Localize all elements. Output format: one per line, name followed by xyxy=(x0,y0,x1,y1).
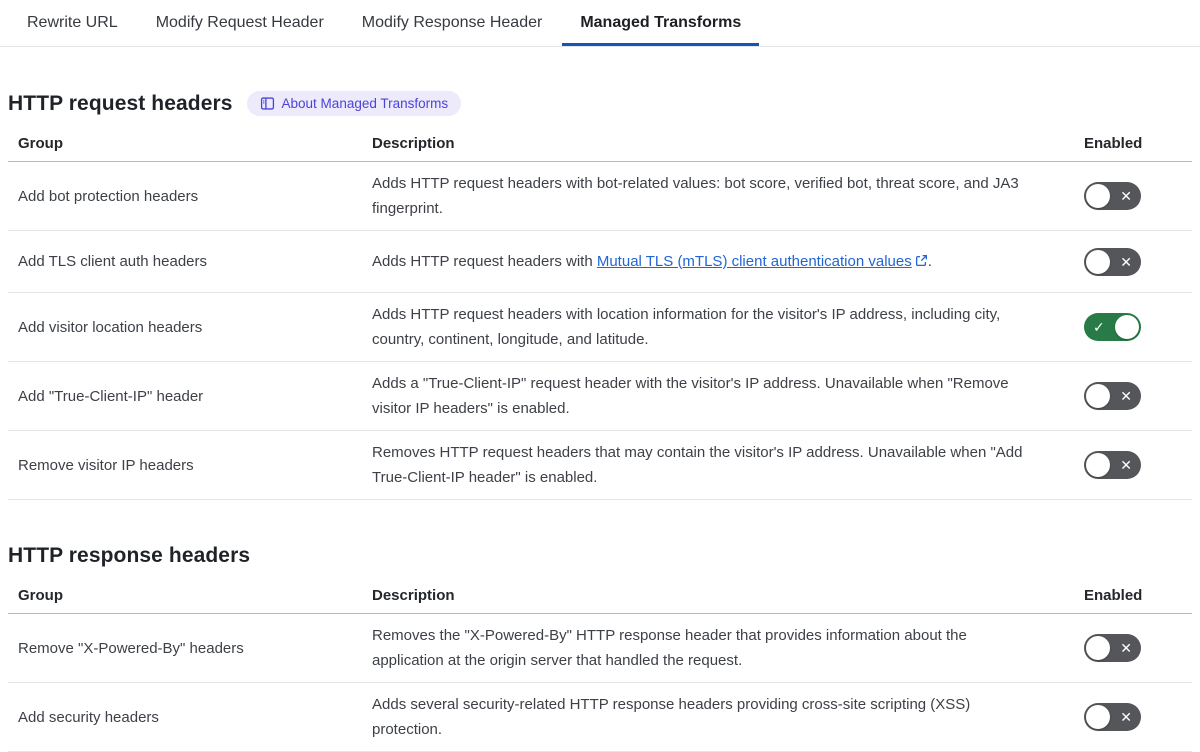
tab-rewrite-url[interactable]: Rewrite URL xyxy=(9,0,136,46)
row-description: Removes HTTP request headers that may co… xyxy=(372,444,1023,486)
table-row: Add TLS client auth headers Adds HTTP re… xyxy=(8,231,1192,293)
table-header-row: Group Description Enabled xyxy=(8,580,1192,614)
row-group-label: Remove "X-Powered-By" headers xyxy=(18,639,244,657)
about-badge-label: About Managed Transforms xyxy=(281,95,449,111)
toggle-knob xyxy=(1086,184,1110,208)
check-icon: ✓ xyxy=(1093,319,1105,335)
response-headers-section: HTTP response headers Group Description … xyxy=(8,544,1192,752)
column-header-description: Description xyxy=(372,587,455,604)
column-header-enabled: Enabled xyxy=(1084,135,1143,152)
x-icon: ✕ xyxy=(1120,457,1132,473)
x-icon: ✕ xyxy=(1120,188,1132,204)
mtls-docs-link[interactable]: Mutual TLS (mTLS) client authentication … xyxy=(597,253,912,270)
column-header-group: Group xyxy=(18,587,63,604)
tab-modify-response-header[interactable]: Modify Response Header xyxy=(344,0,561,46)
toggle-knob xyxy=(1086,636,1110,660)
x-icon: ✕ xyxy=(1120,388,1132,404)
enabled-toggle[interactable]: ✓ ✕ xyxy=(1084,703,1141,731)
row-description: Removes the "X-Powered-By" HTTP response… xyxy=(372,627,967,669)
row-description: Adds HTTP request headers with location … xyxy=(372,306,1001,348)
enabled-toggle[interactable]: ✓ ✕ xyxy=(1084,382,1141,410)
transform-rules-tabbar: Rewrite URL Modify Request Header Modify… xyxy=(0,0,1200,47)
tab-managed-transforms[interactable]: Managed Transforms xyxy=(562,0,760,46)
enabled-toggle[interactable]: ✓ ✕ xyxy=(1084,182,1141,210)
enabled-toggle[interactable]: ✓ ✕ xyxy=(1084,634,1141,662)
enabled-toggle[interactable]: ✓ ✕ xyxy=(1084,451,1141,479)
row-group-label: Add TLS client auth headers xyxy=(18,253,208,270)
table-row: Remove visitor IP headers Removes HTTP r… xyxy=(8,431,1192,500)
row-description: Adds a "True-Client-IP" request header w… xyxy=(372,375,1009,417)
row-group-label: Add bot protection headers xyxy=(18,187,199,205)
request-headers-title: HTTP request headers xyxy=(8,91,233,115)
description-text: . xyxy=(927,252,932,270)
about-managed-transforms-badge[interactable]: About Managed Transforms xyxy=(246,91,462,116)
x-icon: ✕ xyxy=(1120,640,1132,656)
description-text: Adds HTTP request headers with xyxy=(372,252,597,270)
table-row: Add bot protection headers Adds HTTP req… xyxy=(8,162,1192,231)
external-link-icon xyxy=(915,250,928,275)
row-group-label: Add "True-Client-IP" header xyxy=(18,387,204,405)
request-headers-section: HTTP request headers About Managed Trans… xyxy=(8,91,1192,500)
column-header-description: Description xyxy=(372,135,455,152)
response-headers-table: Group Description Enabled Remove "X-Powe… xyxy=(8,580,1192,752)
row-description: Adds HTTP request headers with Mutual TL… xyxy=(372,249,1076,275)
toggle-knob xyxy=(1086,384,1110,408)
toggle-knob xyxy=(1086,249,1110,274)
toggle-knob xyxy=(1086,705,1110,729)
response-headers-title: HTTP response headers xyxy=(8,544,251,567)
column-header-enabled: Enabled xyxy=(1084,587,1143,604)
row-description: Adds several security-related HTTP respo… xyxy=(372,696,971,738)
table-row: Remove "X-Powered-By" headers Removes th… xyxy=(8,614,1192,683)
x-icon: ✕ xyxy=(1120,253,1132,270)
enabled-toggle[interactable]: ✓ ✕ xyxy=(1084,247,1141,276)
tab-modify-request-header[interactable]: Modify Request Header xyxy=(138,0,342,46)
row-group-label: Add security headers xyxy=(18,708,159,726)
enabled-toggle[interactable]: ✓ ✕ xyxy=(1084,313,1141,341)
book-icon xyxy=(260,96,275,111)
table-header-row: Group Description Enabled xyxy=(8,128,1192,162)
request-headers-table: Group Description Enabled Add bot protec… xyxy=(8,128,1192,500)
row-group-label: Remove visitor IP headers xyxy=(18,456,194,474)
toggle-knob xyxy=(1086,453,1110,477)
row-group-label: Add visitor location headers xyxy=(18,318,203,336)
table-row: Add "True-Client-IP" header Adds a "True… xyxy=(8,362,1192,431)
toggle-knob xyxy=(1115,315,1139,339)
table-row: Add visitor location headers Adds HTTP r… xyxy=(8,293,1192,362)
x-icon: ✕ xyxy=(1120,709,1132,725)
row-description: Adds HTTP request headers with bot-relat… xyxy=(372,175,1019,217)
column-header-group: Group xyxy=(18,135,63,152)
